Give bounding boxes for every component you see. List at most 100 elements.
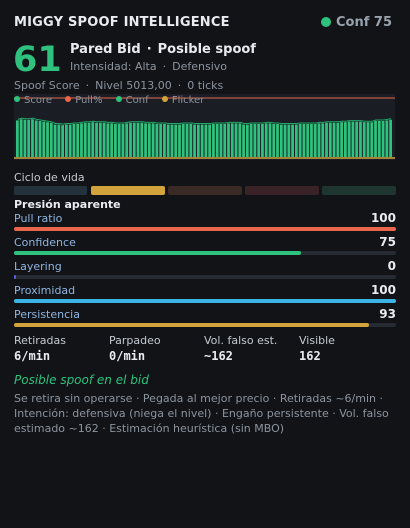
score-bar (61, 125, 65, 157)
score-bar (355, 121, 359, 157)
score-bar (389, 119, 392, 157)
score-bar (27, 119, 31, 157)
score-bar (193, 124, 196, 157)
separator: · (146, 42, 152, 57)
score-bar (91, 122, 95, 157)
score-bar (68, 124, 72, 157)
price-level: Nivel 5013,00 (95, 79, 172, 92)
metric-bar-persistence (14, 323, 396, 327)
score-bar (261, 123, 264, 157)
score-bar (219, 123, 223, 157)
score-bar (76, 123, 80, 157)
score-bar (332, 122, 336, 157)
legend-dot-icon (14, 96, 20, 102)
score-bar (276, 123, 279, 157)
lifecycle-stage-3 (168, 186, 242, 195)
legend-dot-icon (161, 96, 168, 102)
score-bar (42, 121, 46, 157)
score-bar (80, 123, 83, 157)
score-bar (200, 124, 204, 157)
score-bar (106, 123, 110, 157)
score-bar (155, 123, 159, 157)
score-label: Spoof Score (14, 79, 80, 92)
stat-value-withdrawals: 6/min (14, 349, 51, 363)
status-dot-icon (321, 17, 331, 27)
metric-label-persistence: Persistencia (14, 308, 80, 321)
score-bar (31, 119, 34, 157)
score-bar (245, 124, 249, 157)
score-bar (83, 122, 87, 157)
metric-bar-pull-ratio (14, 227, 396, 231)
stat-label-fake-volume: Vol. falso est. (204, 334, 278, 347)
score-bar (253, 123, 257, 157)
score-bar (181, 123, 185, 157)
spoof-intelligence-panel: MIGGY SPOOF INTELLIGENCE Conf 75 61 Pare… (0, 0, 410, 528)
score-bar (374, 121, 377, 157)
score-bar (212, 123, 215, 157)
metric-bar-layering (14, 275, 396, 279)
assessment-details: Se retira sin operarse · Pegada al mejor… (14, 392, 389, 435)
score-bar (189, 123, 193, 157)
score-bar (129, 122, 132, 157)
score-bar (385, 120, 389, 157)
score-bar (208, 124, 212, 157)
legend-label: Pull% (75, 95, 103, 106)
score-bar (257, 123, 261, 157)
pressure-title: Presión aparente (14, 198, 121, 211)
score-bar (381, 121, 385, 157)
score-bar (264, 123, 268, 157)
lifecycle-stage-5 (322, 186, 396, 195)
separator: · (162, 60, 167, 73)
metric-value-persistence: 93 (379, 307, 396, 321)
metric-bar-proximity (14, 299, 396, 303)
score-bar (366, 122, 370, 157)
score-bar (166, 124, 170, 157)
metric-value-pull-ratio: 100 (370, 211, 396, 225)
score-bar (196, 124, 200, 157)
score-bar (170, 124, 174, 157)
verdict: Posible spoof (157, 42, 256, 57)
lifecycle-label: Ciclo de vida (14, 171, 85, 184)
legend-label: Score (24, 95, 53, 106)
metric-label-proximity: Proximidad (14, 284, 76, 297)
score-bar (238, 123, 242, 157)
stat-value-fake-volume: ~162 (204, 349, 233, 363)
score-bar (223, 123, 227, 157)
score-bar (347, 121, 351, 157)
score-bar (102, 122, 106, 157)
spoof-score-value: 61 (13, 40, 62, 80)
score-bar (49, 122, 53, 157)
lifecycle-stage-4 (245, 186, 319, 195)
metric-label-pull-ratio: Pull ratio (14, 212, 63, 225)
lifecycle-stage-2 (91, 186, 165, 195)
legend-pull: Pull% (65, 95, 102, 106)
score-bar (121, 123, 125, 157)
metric-fill (14, 251, 301, 255)
score-bar (370, 122, 374, 157)
score-bar (359, 121, 362, 157)
score-bar (204, 124, 208, 157)
score-bar (234, 123, 238, 157)
metric-fill (14, 227, 396, 231)
score-bar (125, 123, 129, 157)
stat-label-withdrawals: Retiradas (14, 334, 67, 347)
metric-value-confidence: 75 (379, 235, 396, 249)
score-bar (343, 122, 347, 157)
score-bar (132, 122, 136, 157)
score-bar (268, 123, 272, 157)
separator: · (85, 79, 90, 92)
wall-side: Pared Bid (70, 42, 141, 57)
score-bar (57, 124, 61, 157)
score-bar (72, 123, 76, 157)
score-bar (117, 123, 121, 157)
legend-dot-icon (65, 96, 72, 102)
score-bar (114, 123, 117, 157)
score-bar (313, 123, 317, 157)
confidence-badge: Conf 75 (321, 15, 392, 30)
score-bar (16, 120, 19, 157)
mode: Defensivo (172, 60, 227, 73)
score-bar (53, 124, 57, 157)
stat-value-flicker: 0/min (109, 349, 146, 363)
metric-label-confidence: Confidence (14, 236, 76, 249)
score-bar (65, 124, 68, 157)
